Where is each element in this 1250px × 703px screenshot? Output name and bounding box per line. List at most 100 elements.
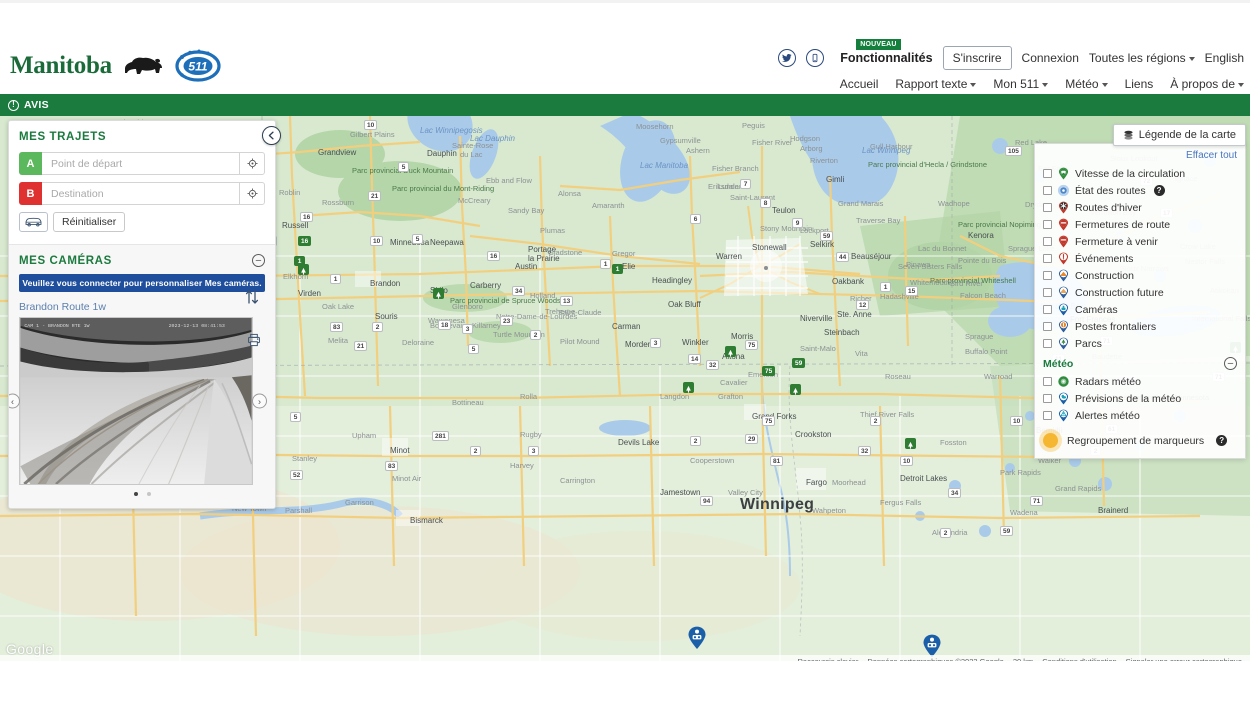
reset-button[interactable]: Réinitialiser (53, 212, 126, 232)
legend-item-list: Vitesse de la circulation État des routes… (1035, 165, 1245, 352)
border-crossing-pin-icon (1057, 320, 1070, 333)
legend-item-fermeture-venir[interactable]: Fermeture à venir (1035, 233, 1245, 250)
nav-item-m-t-o[interactable]: Météo (1065, 77, 1108, 91)
legend-item-tat-des-routes[interactable]: État des routes? (1035, 182, 1245, 199)
route-shield: 21 (354, 341, 368, 351)
legend-item-fermetures-de-route[interactable]: Fermetures de route (1035, 216, 1245, 233)
legend-checkbox[interactable] (1043, 169, 1052, 178)
nav-item-rapport-texte[interactable]: Rapport texte (895, 77, 977, 91)
legend-item-v-nements[interactable]: Événements (1035, 250, 1245, 267)
login-prompt-banner[interactable]: Veuillez vous connecter pour personnalis… (19, 274, 265, 292)
mobile-app-icon[interactable] (806, 49, 825, 67)
legend-item-construction-future[interactable]: Construction future (1035, 284, 1245, 301)
map-camera-pin[interactable] (687, 626, 707, 650)
legend-item-cam-ras[interactable]: Caméras (1035, 301, 1245, 318)
legend-checkbox[interactable] (1043, 339, 1052, 348)
weather-item-radars-m-t-o[interactable]: Radars météo (1035, 373, 1245, 390)
camera-name-link[interactable]: Brandon Route 1w (19, 301, 265, 313)
destination-badge: B (19, 182, 42, 205)
minus-circle-icon[interactable]: − (1224, 357, 1237, 370)
legend-item-vitesse-de-la-circulation[interactable]: Vitesse de la circulation (1035, 165, 1245, 182)
regions-dropdown[interactable]: Toutes les régions (1089, 51, 1195, 65)
legend-item-label: Fermetures de route (1075, 218, 1171, 231)
map-legend-button[interactable]: Légende de la carte (1112, 124, 1246, 146)
legend-item-label: Construction future (1075, 286, 1164, 299)
destination-input[interactable] (49, 186, 239, 201)
sidebar-collapse-button[interactable] (262, 126, 281, 145)
regions-label: Toutes les régions (1088, 51, 1186, 65)
language-switch-link[interactable]: English (1205, 51, 1244, 65)
nav-item-liens[interactable]: Liens (1125, 77, 1154, 91)
nav-item-propos-de[interactable]: À propos de (1170, 77, 1244, 91)
camera-carousel-dots[interactable] (19, 492, 265, 496)
park-marker[interactable] (905, 438, 916, 449)
legend-checkbox[interactable] (1043, 254, 1052, 263)
legend-item-label: Caméras (1075, 303, 1118, 316)
camera-pin-icon (1057, 303, 1070, 316)
route-shield: 44 (836, 252, 850, 262)
park-marker[interactable] (433, 288, 444, 299)
nav-item-label: Accueil (839, 77, 879, 91)
minus-circle-icon[interactable]: − (252, 254, 265, 267)
route-shield: 2 (372, 322, 383, 332)
twitter-icon[interactable] (778, 49, 797, 67)
park-marker[interactable] (790, 384, 801, 395)
route-shield: 32 (706, 360, 720, 370)
origin-badge: A (19, 152, 42, 175)
print-button[interactable] (247, 333, 261, 352)
origin-input[interactable] (49, 156, 239, 171)
brand-logo-group[interactable]: Manitoba 511 (10, 48, 222, 84)
legend-item-construction[interactable]: Construction (1035, 267, 1245, 284)
nav-item-accueil[interactable]: Accueil (840, 77, 879, 91)
weather-item-pr-visions-de-la-m-t-o[interactable]: Prévisions de la météo (1035, 390, 1245, 407)
legend-item-parcs[interactable]: Parcs (1035, 335, 1245, 352)
legend-checkbox[interactable] (1043, 322, 1052, 331)
carousel-dot[interactable] (146, 492, 151, 496)
camera-snapshot-image[interactable]: CAM 1 - BRANDON RTE 1W 2023-12-13 08:41:… (19, 317, 253, 485)
clear-all-link[interactable]: Effacer tout (1035, 148, 1245, 165)
camera-next-button[interactable]: › (252, 393, 267, 409)
park-marker[interactable] (725, 346, 736, 357)
legend-checkbox[interactable] (1043, 394, 1052, 403)
route-shield-green: 75 (762, 366, 776, 376)
legend-checkbox[interactable] (1043, 411, 1052, 420)
login-link[interactable]: Connexion (1022, 51, 1079, 65)
weather-item-alertes-m-t-o[interactable]: Alertes météo (1035, 407, 1245, 424)
legend-checkbox[interactable] (1043, 271, 1052, 280)
route-shield: 34 (512, 286, 526, 296)
legend-checkbox[interactable] (1043, 203, 1052, 212)
alerts-bar[interactable]: ! AVIS (0, 94, 1250, 116)
swap-vertical-icon (245, 290, 259, 304)
legend-checkbox[interactable] (1043, 288, 1052, 297)
swap-endpoints-button[interactable] (245, 289, 259, 310)
logo-511[interactable]: 511 (174, 48, 222, 84)
help-icon[interactable]: ? (1216, 435, 1228, 446)
legend-checkbox[interactable] (1043, 220, 1052, 229)
features-nav-item[interactable]: NOUVEAU Fonctionnalités (840, 39, 933, 65)
park-marker[interactable] (298, 264, 309, 275)
destination-locate-button[interactable] (239, 182, 265, 205)
carousel-dot[interactable] (133, 492, 138, 496)
route-shield: 12 (856, 300, 870, 310)
legend-item-label: Postes frontaliers (1075, 320, 1157, 333)
signup-button[interactable]: S'inscrire (942, 46, 1012, 70)
chevron-down-icon (1238, 82, 1244, 87)
origin-locate-button[interactable] (239, 152, 265, 175)
legend-item-routes-d-hiver[interactable]: Routes d'hiver (1035, 199, 1245, 216)
nav-item-mon-511[interactable]: Mon 511 (993, 77, 1049, 91)
help-icon[interactable]: ? (1153, 185, 1165, 196)
destination-field-wrap[interactable] (42, 182, 239, 205)
weather-alert-pin-icon (1057, 409, 1070, 422)
map-legend-button-label: Légende de la carte (1138, 129, 1236, 141)
legend-checkbox[interactable] (1043, 305, 1052, 314)
legend-item-postes-frontaliers[interactable]: Postes frontaliers (1035, 318, 1245, 335)
route-shield: 10 (900, 456, 914, 466)
legend-checkbox[interactable] (1043, 237, 1052, 246)
legend-checkbox[interactable] (1043, 377, 1052, 386)
legend-checkbox[interactable] (1043, 186, 1052, 195)
origin-field-wrap[interactable] (42, 152, 239, 175)
travel-mode-car-button[interactable] (19, 212, 48, 232)
park-pin-icon (1057, 337, 1070, 350)
park-marker[interactable] (683, 382, 694, 393)
marker-cluster-row[interactable]: Regroupement de marqueurs ? (1035, 424, 1245, 448)
